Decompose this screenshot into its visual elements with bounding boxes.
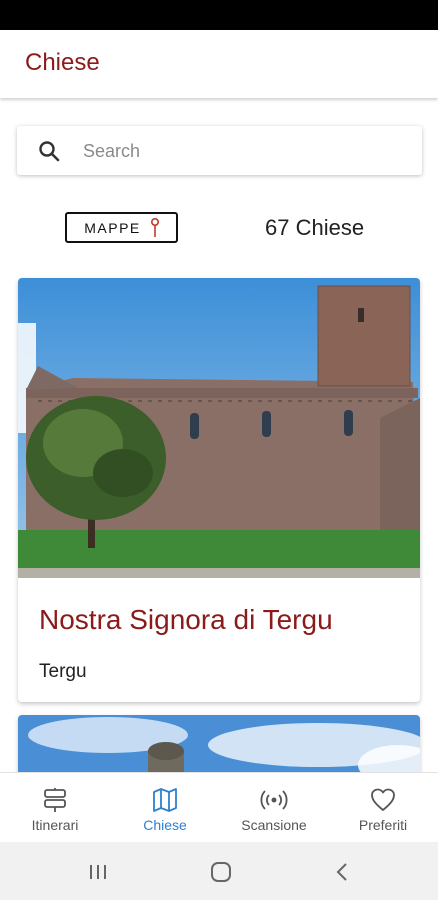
home-icon[interactable] bbox=[209, 860, 233, 884]
church-card[interactable]: Nostra Signora di Tergu Tergu bbox=[18, 278, 420, 702]
church-location: Tergu bbox=[39, 661, 87, 682]
nav-label: Preferiti bbox=[358, 817, 408, 833]
nav-label: Chiese bbox=[143, 817, 187, 833]
nav-label: Itinerari bbox=[31, 817, 79, 833]
heart-icon bbox=[371, 788, 395, 811]
bottom-navigation: Itinerari Chiese Scansione Preferiti bbox=[0, 772, 438, 843]
app-bar: Chiese bbox=[0, 30, 438, 98]
maps-button[interactable]: MAPPE bbox=[65, 212, 178, 243]
church-count: 67 Chiese bbox=[265, 215, 365, 240]
nav-label: Scansione bbox=[241, 817, 307, 833]
search-input[interactable] bbox=[81, 134, 405, 168]
signpost-icon bbox=[44, 788, 66, 812]
maps-button-label: MAPPE bbox=[84, 219, 141, 236]
church-title: Nostra Signora di Tergu bbox=[39, 604, 333, 635]
nav-preferiti[interactable]: Preferiti bbox=[328, 773, 438, 843]
church-photo bbox=[18, 278, 420, 578]
nav-chiese[interactable]: Chiese bbox=[110, 773, 220, 843]
nav-itinerari[interactable]: Itinerari bbox=[0, 773, 110, 843]
broadcast-icon bbox=[260, 790, 288, 810]
system-navigation-bar bbox=[0, 842, 438, 900]
map-icon bbox=[153, 788, 177, 812]
map-pin-icon bbox=[150, 217, 159, 237]
search-bar[interactable] bbox=[17, 126, 422, 175]
page-title: Chiese bbox=[25, 49, 100, 76]
back-icon[interactable] bbox=[331, 860, 355, 884]
search-icon bbox=[39, 141, 60, 162]
recent-apps-icon[interactable] bbox=[86, 860, 110, 884]
nav-scansione[interactable]: Scansione bbox=[219, 773, 329, 843]
status-bar bbox=[0, 0, 438, 30]
